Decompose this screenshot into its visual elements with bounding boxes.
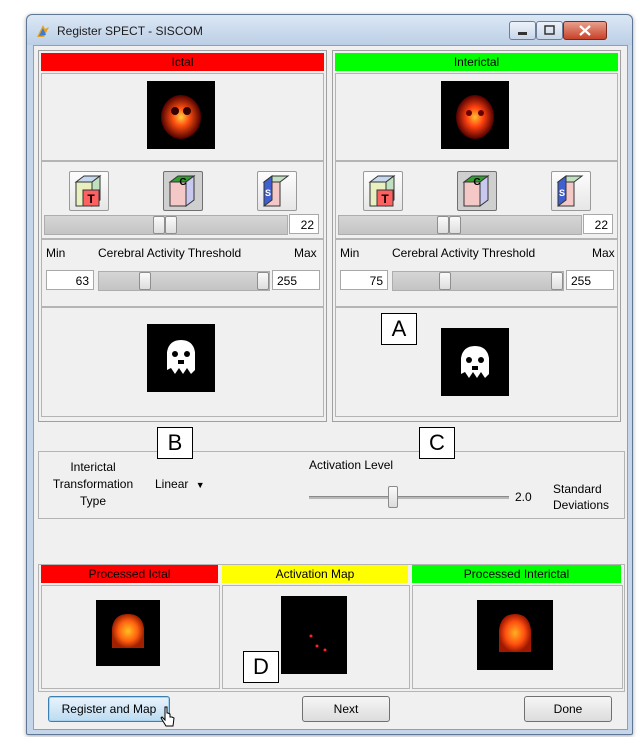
interictal-header: Interictal (335, 53, 618, 71)
interictal-min-label: Min (340, 246, 360, 260)
processed-interictal-image (477, 600, 553, 670)
ictal-threshold-min-thumb[interactable] (139, 272, 151, 290)
ictal-slice-thumb[interactable] (153, 216, 165, 234)
interictal-min-value[interactable]: 75 (340, 270, 388, 290)
interictal-view-controls: T C S 22 (335, 161, 618, 239)
ictal-image-cell (41, 73, 324, 161)
processed-ictal-image (96, 600, 160, 666)
interictal-mask-image (441, 328, 509, 396)
interictal-max-label: Max (592, 246, 615, 260)
interictal-threshold-cell: Min Cerebral Activity Threshold Max 75 2… (335, 239, 618, 307)
ictal-max-value[interactable]: 255 (272, 270, 320, 290)
processed-ictal-header: Processed Ictal (41, 565, 218, 583)
interictal-max-value[interactable]: 255 (566, 270, 614, 290)
results-row: Processed Ictal Activation Map Processed… (38, 564, 625, 692)
callout-b: B (157, 427, 193, 459)
ictal-slice-slider[interactable] (44, 215, 288, 235)
interictal-threshold-slider[interactable] (392, 271, 564, 291)
maximize-button[interactable] (536, 21, 563, 40)
next-button[interactable]: Next (302, 696, 390, 722)
callout-c: C (419, 427, 455, 459)
transformation-label-1: Interictal (70, 460, 116, 474)
coronal-cube-icon: C (462, 175, 490, 207)
interictal-coronal-button[interactable]: C (457, 171, 497, 211)
interictal-panel: Interictal T C S 22 Min Cerebral Activit… (332, 50, 621, 422)
transverse-cube-icon: T (368, 175, 396, 207)
svg-text:T: T (381, 192, 389, 206)
transformation-label-3: Type (79, 494, 106, 508)
svg-text:S: S (559, 188, 565, 198)
sagittal-cube-icon: S (262, 175, 290, 207)
ictal-threshold-cell: Min Cerebral Activity Threshold Max 63 2… (41, 239, 324, 307)
interictal-spect-image (441, 81, 509, 149)
activation-map-header: Activation Map (222, 565, 408, 583)
ictal-transverse-button[interactable]: T (69, 171, 109, 211)
title-bar[interactable]: Register SPECT - SISCOM (27, 15, 632, 45)
activation-value: 2.0 (515, 490, 532, 504)
ictal-min-value[interactable]: 63 (46, 270, 94, 290)
processed-ictal-cell (41, 585, 220, 689)
minimize-button[interactable] (509, 21, 536, 40)
ictal-max-label: Max (294, 246, 317, 260)
interictal-image-cell (335, 73, 618, 161)
interictal-sagittal-button[interactable]: S (551, 171, 591, 211)
ictal-header: Ictal (41, 53, 324, 71)
ictal-threshold-title: Cerebral Activity Threshold (98, 246, 242, 260)
ictal-view-controls: T C S 22 (41, 161, 324, 239)
ictal-coronal-button[interactable]: C (163, 171, 203, 211)
ictal-slice-thumb-2[interactable] (165, 216, 177, 234)
ictal-sagittal-button[interactable]: S (257, 171, 297, 211)
activation-map-image (281, 596, 347, 674)
interictal-mask-cell (335, 307, 618, 417)
chevron-down-icon: ▼ (195, 480, 205, 490)
ictal-threshold-max-thumb[interactable] (257, 272, 269, 290)
svg-text:C: C (179, 177, 186, 188)
interictal-threshold-max-thumb[interactable] (551, 272, 563, 290)
transformation-label-2: Transformation (52, 477, 134, 491)
mouse-cursor-icon (160, 706, 175, 727)
close-icon (579, 25, 591, 36)
register-and-map-button[interactable]: Register and Map (48, 696, 170, 722)
maximize-icon (544, 25, 555, 35)
window-title: Register SPECT - SISCOM (57, 24, 203, 38)
interictal-transverse-button[interactable]: T (363, 171, 403, 211)
ictal-mask-cell (41, 307, 324, 417)
processed-interictal-cell (412, 585, 623, 689)
activation-slider-thumb[interactable] (388, 486, 398, 508)
svg-text:S: S (265, 188, 271, 198)
transformation-value: Linear (155, 477, 189, 491)
ictal-panel: Ictal T C S 22 Min Cerebral Activity Thr… (38, 50, 327, 422)
callout-a: A (381, 313, 417, 345)
ictal-spect-image (147, 81, 215, 149)
interictal-slice-slider[interactable] (338, 215, 582, 235)
ictal-threshold-slider[interactable] (98, 271, 270, 291)
interictal-slice-thumb-2[interactable] (449, 216, 461, 234)
interictal-slice-value[interactable]: 22 (583, 214, 613, 234)
callout-d: D (243, 651, 279, 683)
app-icon (37, 25, 49, 37)
activation-slider[interactable] (309, 496, 509, 499)
coronal-cube-icon: C (168, 175, 196, 207)
interictal-slice-thumb[interactable] (437, 216, 449, 234)
sagittal-cube-icon: S (556, 175, 584, 207)
interictal-threshold-title: Cerebral Activity Threshold (392, 246, 536, 260)
close-button[interactable] (563, 21, 607, 40)
units-label-1: Standard (553, 482, 602, 496)
dialog-client: Ictal T C S 22 Min Cerebral Activity Thr… (33, 45, 628, 730)
activation-level-label: Activation Level (309, 458, 394, 472)
done-button[interactable]: Done (524, 696, 612, 722)
units-label-2: Deviations (553, 498, 610, 512)
processed-interictal-header: Processed Interictal (412, 565, 621, 583)
ictal-slice-value[interactable]: 22 (289, 214, 319, 234)
interictal-threshold-min-thumb[interactable] (439, 272, 451, 290)
ictal-min-label: Min (46, 246, 66, 260)
minimize-icon (518, 32, 527, 35)
transverse-cube-icon: T (74, 175, 102, 207)
ictal-mask-image (147, 324, 215, 392)
transformation-dropdown[interactable]: Linear ▼ (155, 477, 205, 491)
svg-text:T: T (87, 192, 95, 206)
settings-group: Interictal Transformation Type Linear ▼ … (38, 451, 625, 519)
svg-text:C: C (473, 177, 480, 188)
siscom-window: Register SPECT - SISCOM Ictal T C S 22 M… (26, 14, 633, 735)
